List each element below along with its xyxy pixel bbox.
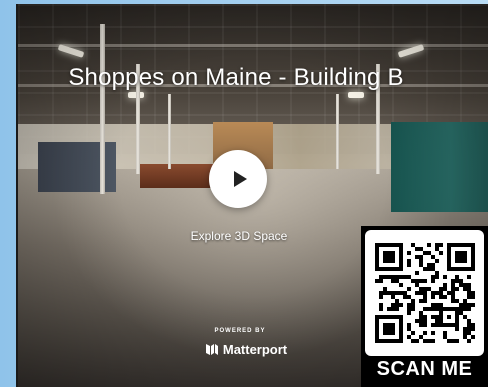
play-icon — [233, 171, 247, 187]
matterport-logo-icon — [205, 344, 218, 355]
space-title: Shoppes on Maine - Building B — [68, 64, 404, 91]
scan-me-label: SCAN ME — [376, 358, 473, 380]
matterport-brand-name: Matterport — [222, 341, 288, 357]
play-button[interactable] — [209, 150, 267, 208]
qr-code-card[interactable]: SCAN ME — [361, 226, 488, 387]
powered-by-label: POWERED BY — [214, 328, 266, 334]
qr-code-frame — [365, 230, 484, 356]
matterport-brand-link[interactable]: Matterport — [196, 340, 296, 358]
page-background: Shoppes on Maine - Building B Explore 3D… — [0, 0, 488, 387]
qr-code-icon — [374, 243, 475, 343]
